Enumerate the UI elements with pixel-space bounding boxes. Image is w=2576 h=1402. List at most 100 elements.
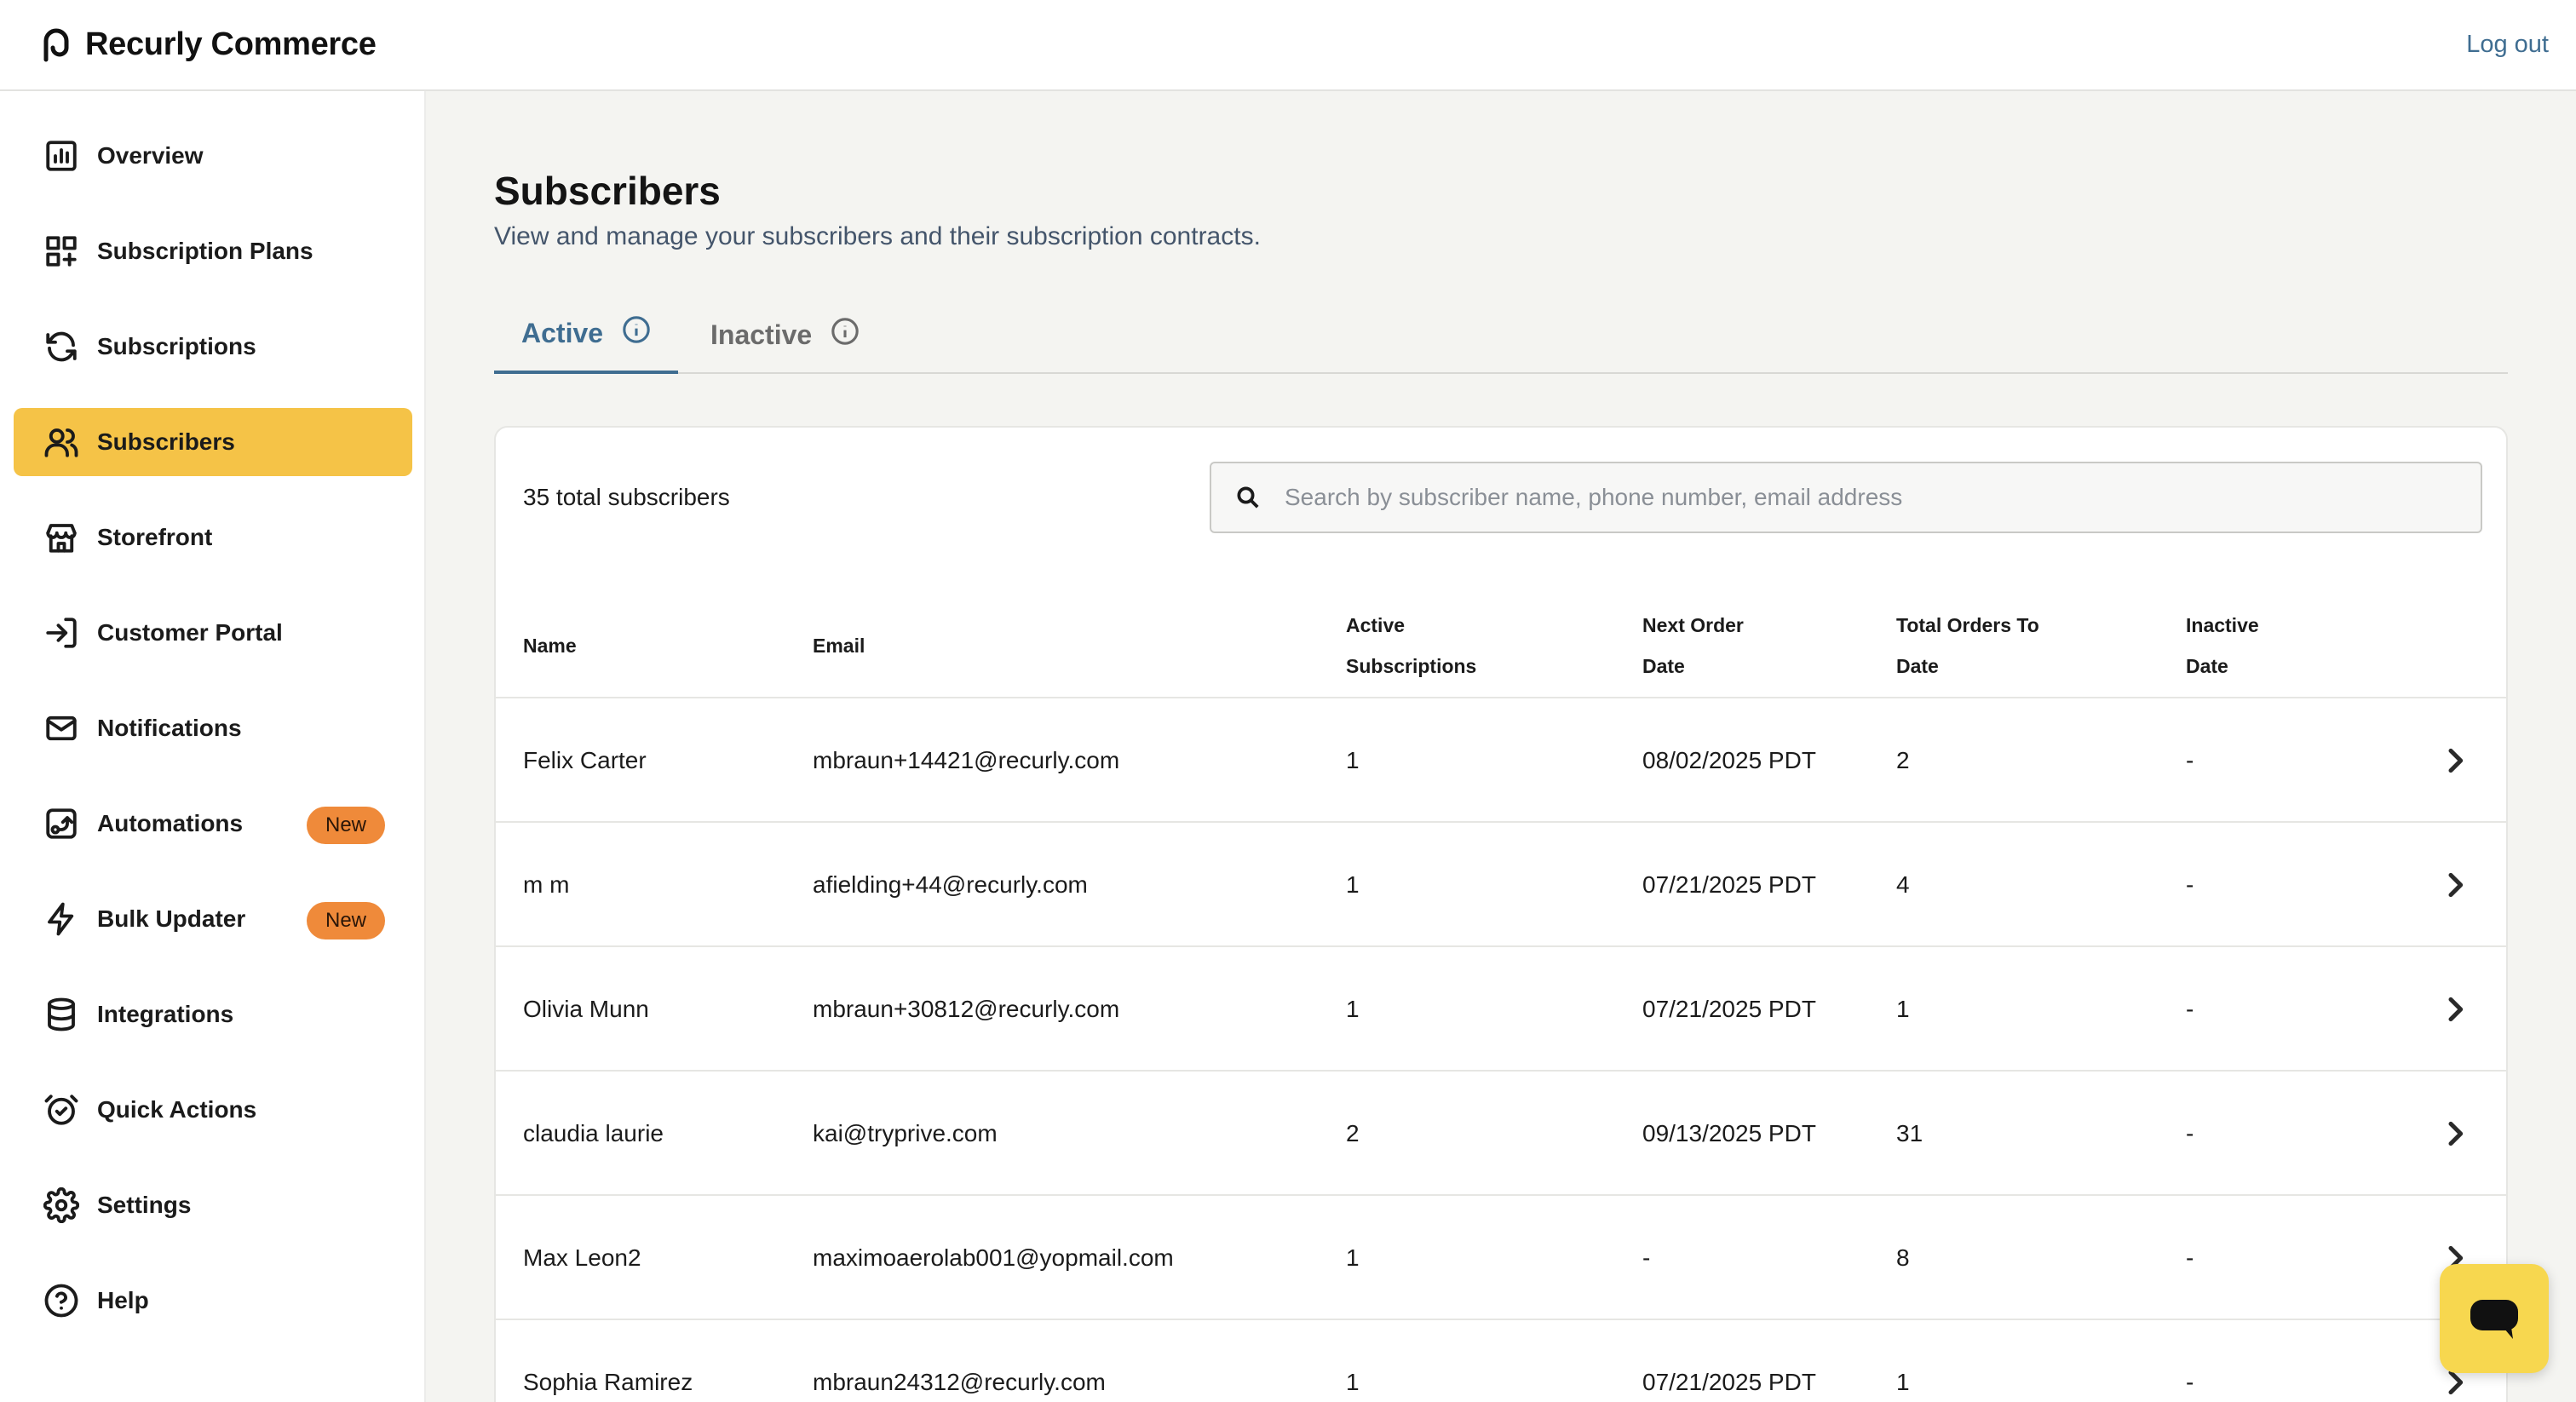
- logout-link[interactable]: Log out: [2466, 31, 2549, 59]
- column-header-active-subscriptions[interactable]: Active Subscriptions: [1346, 605, 1476, 687]
- cell-email: maximoaerolab001@yopmail.com: [813, 1244, 1174, 1271]
- cell-next-order-date: 07/21/2025 PDT: [1642, 996, 1816, 1022]
- sidebar-item-subscription-plans[interactable]: Subscription Plans: [14, 217, 412, 285]
- column-header-name[interactable]: Name: [523, 625, 577, 666]
- sidebar-item-label: Storefront: [97, 524, 213, 550]
- subscribers-card: 35 total subscribers Name Email Active S…: [494, 426, 2508, 1402]
- cell-name: Olivia Munn: [523, 996, 649, 1022]
- cell-inactive-date: -: [2186, 871, 2194, 898]
- chevron-right-icon[interactable]: [2438, 1117, 2472, 1151]
- cell-inactive-date: -: [2186, 1369, 2194, 1395]
- cell-inactive-date: -: [2186, 1244, 2194, 1271]
- sidebar-item-settings[interactable]: Settings: [14, 1171, 412, 1239]
- search-box[interactable]: [1210, 462, 2482, 533]
- table-row[interactable]: claudia laurie kai@tryprive.com 2 09/13/…: [496, 1072, 2506, 1196]
- sidebar-item-label: Overview: [97, 142, 204, 169]
- new-badge: New: [306, 902, 385, 939]
- cell-total-orders: 4: [1896, 871, 1910, 898]
- cell-name: Sophia Ramirez: [523, 1369, 693, 1395]
- database-icon: [43, 996, 80, 1033]
- login-icon: [43, 614, 80, 652]
- sidebar-item-label: Subscribers: [97, 428, 235, 455]
- sidebar-item-bulk-updater[interactable]: Bulk Updater New: [14, 885, 412, 953]
- sidebar-item-label: Subscriptions: [97, 333, 256, 359]
- chevron-right-icon[interactable]: [2438, 992, 2472, 1026]
- column-header-email[interactable]: Email: [813, 625, 865, 666]
- users-icon: [43, 423, 80, 461]
- cell-active-subscriptions: 1: [1346, 871, 1360, 898]
- column-header-total-orders[interactable]: Total Orders To Date: [1896, 605, 2039, 687]
- sidebar-item-label: Integrations: [97, 1001, 234, 1027]
- sidebar-item-integrations[interactable]: Integrations: [14, 980, 412, 1049]
- sidebar-item-label: Settings: [97, 1192, 192, 1218]
- cell-active-subscriptions: 2: [1346, 1120, 1360, 1146]
- search-icon: [1237, 486, 1259, 509]
- sidebar-item-subscriptions[interactable]: Subscriptions: [14, 313, 412, 381]
- sidebar-item-storefront[interactable]: Storefront: [14, 503, 412, 572]
- tab-inactive[interactable]: Inactive: [710, 296, 860, 374]
- cell-total-orders: 1: [1896, 1369, 1910, 1395]
- search-input[interactable]: [1285, 484, 2460, 511]
- mail-icon: [43, 710, 80, 747]
- help-icon: [43, 1282, 80, 1319]
- column-header-next-order-date[interactable]: Next Order Date: [1642, 605, 1744, 687]
- cell-total-orders: 31: [1896, 1120, 1923, 1146]
- grid-plus-icon: [43, 233, 80, 270]
- table-row[interactable]: m m afielding+44@recurly.com 1 07/21/202…: [496, 823, 2506, 947]
- chart-icon: [43, 137, 80, 175]
- automation-icon: [43, 805, 80, 842]
- sidebar-item-quick-actions[interactable]: Quick Actions: [14, 1076, 412, 1144]
- sidebar-item-label: Customer Portal: [97, 619, 283, 646]
- cell-total-orders: 1: [1896, 996, 1910, 1022]
- new-badge: New: [306, 807, 385, 844]
- sidebar-item-label: Help: [97, 1287, 149, 1313]
- chevron-right-icon[interactable]: [2438, 868, 2472, 902]
- column-header-inactive-date[interactable]: Inactive Date: [2186, 605, 2259, 687]
- sidebar-item-label: Notifications: [97, 715, 242, 741]
- header-line: Next Order: [1642, 614, 1744, 636]
- sidebar-item-subscribers[interactable]: Subscribers: [14, 408, 412, 476]
- tab-label: Active: [521, 317, 604, 348]
- info-icon[interactable]: [622, 315, 651, 351]
- table-row[interactable]: Olivia Munn mbraun+30812@recurly.com 1 0…: [496, 947, 2506, 1072]
- page-subtitle: View and manage your subscribers and the…: [494, 222, 1261, 250]
- table-header: Name Email Active Subscriptions Next Ord…: [496, 593, 2506, 698]
- table-row[interactable]: Sophia Ramirez mbraun24312@recurly.com 1…: [496, 1320, 2506, 1402]
- chat-widget-button[interactable]: [2440, 1264, 2549, 1373]
- tab-active[interactable]: Active: [494, 296, 679, 374]
- table-row[interactable]: Felix Carter mbraun+14421@recurly.com 1 …: [496, 698, 2506, 823]
- tab-bar: Active Inactive: [494, 296, 2508, 374]
- sidebar-item-customer-portal[interactable]: Customer Portal: [14, 599, 412, 667]
- cell-email: kai@tryprive.com: [813, 1120, 998, 1146]
- cell-active-subscriptions: 1: [1346, 747, 1360, 773]
- sidebar-item-overview[interactable]: Overview: [14, 122, 412, 190]
- sidebar-item-notifications[interactable]: Notifications: [14, 694, 412, 762]
- sidebar-item-label: Subscription Plans: [97, 238, 313, 264]
- header-line: Active: [1346, 614, 1406, 636]
- brand-logo[interactable]: Recurly Commerce: [39, 26, 377, 63]
- cell-email: mbraun+30812@recurly.com: [813, 996, 1120, 1022]
- cell-active-subscriptions: 1: [1346, 1369, 1360, 1395]
- cell-next-order-date: 07/21/2025 PDT: [1642, 1369, 1816, 1395]
- sidebar-item-help[interactable]: Help: [14, 1267, 412, 1335]
- gear-icon: [43, 1187, 80, 1224]
- cell-email: afielding+44@recurly.com: [813, 871, 1088, 898]
- cell-active-subscriptions: 1: [1346, 1244, 1360, 1271]
- sidebar-item-automations[interactable]: Automations New: [14, 790, 412, 858]
- cell-name: Max Leon2: [523, 1244, 641, 1271]
- header-line: Total Orders To: [1896, 614, 2039, 636]
- header-line: Date: [1896, 655, 1939, 677]
- header-line: Date: [1642, 655, 1685, 677]
- store-icon: [43, 519, 80, 556]
- cell-inactive-date: -: [2186, 1120, 2194, 1146]
- cell-next-order-date: -: [1642, 1244, 1651, 1271]
- info-icon[interactable]: [831, 317, 860, 353]
- sidebar-item-label: Quick Actions: [97, 1096, 257, 1123]
- cell-name: m m: [523, 871, 570, 898]
- cell-next-order-date: 09/13/2025 PDT: [1642, 1120, 1816, 1146]
- chevron-right-icon[interactable]: [2438, 744, 2472, 778]
- table-row[interactable]: Max Leon2 maximoaerolab001@yopmail.com 1…: [496, 1196, 2506, 1320]
- alarm-check-icon: [43, 1091, 80, 1129]
- cell-next-order-date: 07/21/2025 PDT: [1642, 871, 1816, 898]
- recurly-logo-icon: [43, 28, 69, 62]
